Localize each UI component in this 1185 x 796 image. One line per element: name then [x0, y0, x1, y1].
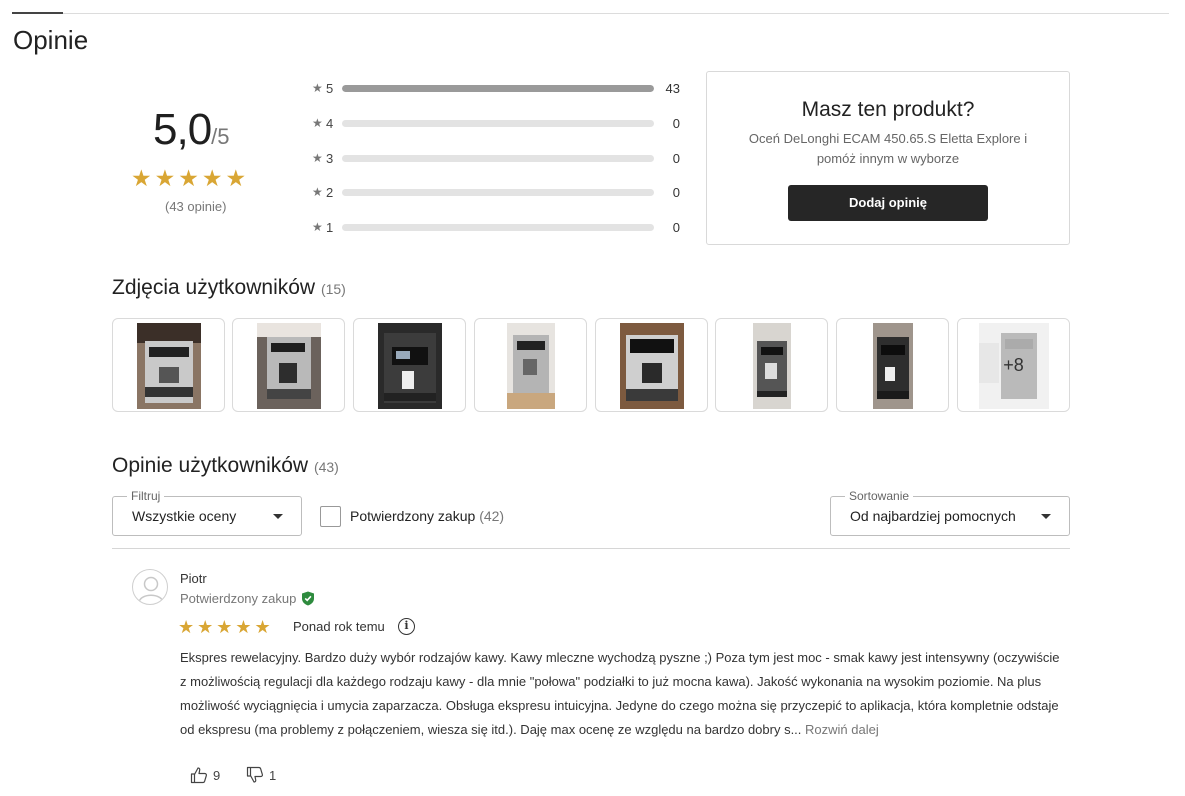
average-stars: ★★★★★ — [131, 165, 250, 191]
info-icon[interactable]: i — [398, 618, 415, 635]
coffee-machine-photo-icon — [619, 323, 684, 409]
distribution-bar — [342, 223, 654, 231]
coffee-machine-photo-icon — [377, 323, 442, 409]
user-photo[interactable] — [715, 318, 828, 412]
like-count: 9 — [213, 767, 221, 783]
tab-active-indicator — [12, 12, 63, 14]
sort-label: Sortowanie — [845, 489, 914, 503]
distribution-count: 43 — [665, 80, 680, 96]
add-review-button[interactable]: Dodaj opinię — [788, 185, 988, 221]
expand-review-link[interactable]: Rozwiń dalej — [805, 722, 879, 737]
verified-purchase-badge: Potwierdzony zakup — [180, 591, 315, 606]
avatar — [132, 569, 168, 605]
user-avatar-icon — [138, 576, 164, 603]
review-stars: ★★★★★ — [178, 617, 274, 637]
distribution-bar — [342, 84, 654, 92]
star-icon: ★ — [312, 185, 323, 199]
cta-title: Masz ten produkt? — [801, 98, 975, 121]
reviews-heading: Opinie użytkowników (43) — [112, 454, 339, 478]
star-icon: ★ — [312, 220, 323, 234]
coffee-machine-photo-icon — [256, 323, 321, 409]
coffee-machine-photo-icon — [872, 323, 913, 409]
more-photos-tile[interactable]: +8 — [957, 318, 1070, 412]
star-icon: ★ — [312, 81, 323, 95]
distribution-stars: 5 — [326, 80, 334, 96]
distribution-bar — [342, 154, 654, 162]
like-button[interactable]: 9 — [190, 766, 220, 784]
verified-filter-label: Potwierdzony zakup — [350, 508, 476, 524]
dislike-button[interactable]: 1 — [246, 766, 276, 784]
review-count: (43 opinie) — [165, 199, 227, 214]
verified-purchase-filter[interactable]: Potwierdzony zakup (42) — [350, 508, 504, 524]
page-title: Opinie — [13, 25, 89, 55]
user-photo[interactable] — [836, 318, 949, 412]
distribution-bar — [342, 188, 654, 196]
review-author: Piotr — [180, 571, 207, 586]
photos-heading: Zdjęcia użytkowników (15) — [112, 276, 346, 300]
review-body: Ekspres rewelacyjny. Bardzo duży wybór r… — [180, 650, 1060, 737]
distribution-row-3[interactable]: ★ 3 0 — [312, 150, 682, 166]
reviews-title: Opinie użytkowników — [112, 454, 309, 477]
review-text: Ekspres rewelacyjny. Bardzo duży wybór r… — [180, 646, 1060, 742]
caret-down-icon — [1041, 514, 1051, 519]
sort-select[interactable]: Sortowanie Od najbardziej pomocnych — [830, 489, 1070, 536]
distribution-count: 0 — [672, 150, 680, 166]
distribution-row-4[interactable]: ★ 4 0 — [312, 115, 682, 131]
cta-text: Oceń DeLonghi ECAM 450.65.S Eletta Explo… — [748, 131, 1028, 166]
average-value: 5,0 — [153, 105, 212, 154]
distribution-fill — [342, 84, 654, 92]
review-date: Ponad rok temu — [293, 619, 385, 634]
reviews-count: (43) — [313, 459, 339, 475]
verified-filter-count: (42) — [479, 508, 505, 524]
caret-down-icon — [273, 514, 283, 519]
user-photo[interactable] — [232, 318, 345, 412]
distribution-stars: 2 — [326, 184, 334, 200]
tab-underline — [12, 12, 1169, 14]
verified-shield-icon — [302, 591, 315, 606]
distribution-stars: 3 — [326, 150, 334, 166]
more-photos-label: +8 — [958, 319, 1069, 411]
distribution-row-1[interactable]: ★ 1 0 — [312, 219, 682, 235]
coffee-machine-photo-icon — [506, 323, 555, 409]
coffee-machine-photo-icon — [136, 323, 201, 409]
average-rating: 5,0/5 — [153, 105, 230, 155]
distribution-count: 0 — [672, 115, 680, 131]
distribution-stars: 1 — [326, 219, 334, 235]
verified-label: Potwierdzony zakup — [180, 591, 297, 606]
star-icon: ★ — [312, 116, 323, 130]
filter-label: Filtruj — [127, 489, 165, 503]
distribution-count: 0 — [672, 184, 680, 200]
user-photo[interactable] — [353, 318, 466, 412]
thumbs-up-icon — [190, 767, 208, 784]
distribution-row-2[interactable]: ★ 2 0 — [312, 184, 682, 200]
sort-value: Od najbardziej pomocnych — [850, 508, 1016, 524]
coffee-machine-photo-icon — [752, 323, 791, 409]
photos-title: Zdjęcia użytkowników — [112, 276, 316, 299]
user-photo[interactable] — [474, 318, 587, 412]
divider — [112, 548, 1070, 549]
thumbs-down-icon — [246, 766, 264, 783]
user-photo[interactable] — [112, 318, 225, 412]
dislike-count: 1 — [269, 767, 277, 783]
user-photo[interactable] — [595, 318, 708, 412]
add-review-box: Masz ten produkt? Oceń DeLonghi ECAM 450… — [706, 71, 1070, 245]
distribution-stars: 4 — [326, 115, 334, 131]
distribution-count: 0 — [672, 219, 680, 235]
filter-select[interactable]: Filtruj Wszystkie oceny — [112, 489, 302, 536]
rating-scale: /5 — [211, 124, 230, 149]
verified-purchase-checkbox[interactable] — [320, 506, 341, 527]
photos-count: (15) — [320, 281, 346, 297]
distribution-bar — [342, 119, 654, 127]
distribution-row-5[interactable]: ★ 5 43 — [312, 80, 682, 96]
filter-value: Wszystkie oceny — [132, 508, 237, 524]
star-icon: ★ — [312, 151, 323, 165]
